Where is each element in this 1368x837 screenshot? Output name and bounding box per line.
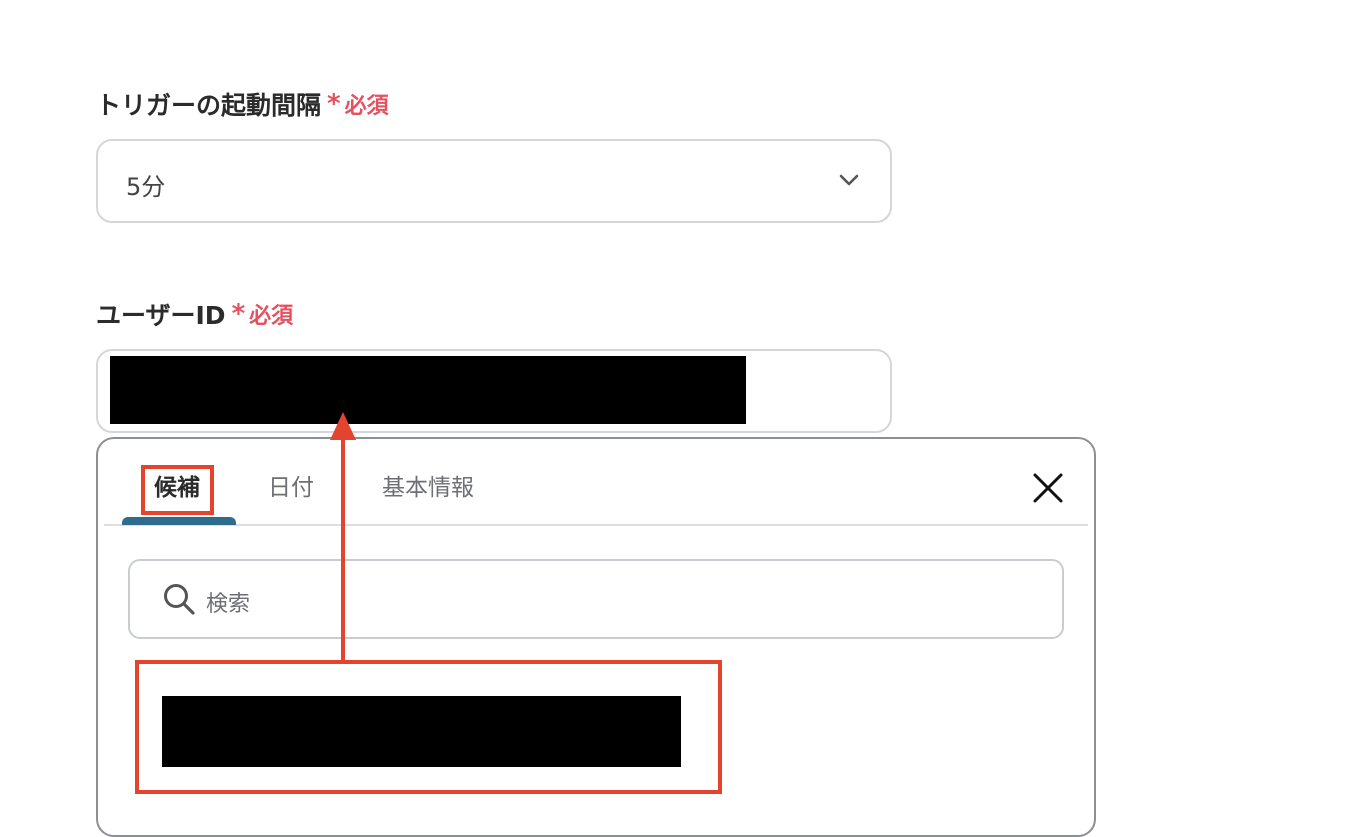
active-tab-indicator — [122, 517, 236, 525]
tab-basic-info[interactable]: 基本情報 — [382, 468, 474, 502]
required-text: 必須 — [344, 94, 389, 119]
chevron-down-icon — [839, 174, 859, 186]
trigger-interval-label-text: トリガーの起動間隔 — [96, 91, 322, 120]
required-text: 必須 — [249, 304, 294, 329]
required-asterisk: * — [231, 299, 246, 329]
redacted-user-id-value — [110, 356, 746, 424]
highlight-box-candidate — [135, 660, 722, 794]
required-asterisk: * — [327, 89, 341, 119]
trigger-interval-value: 5分 — [126, 173, 166, 201]
search-input[interactable] — [128, 559, 1064, 639]
annotation-arrow-icon — [330, 412, 356, 660]
tab-date[interactable]: 日付 — [268, 468, 314, 502]
trigger-interval-label: トリガーの起動間隔 * 必須 — [96, 86, 389, 122]
trigger-interval-select[interactable]: 5分 — [96, 139, 892, 223]
search-placeholder: 検索 — [206, 592, 251, 617]
user-id-label: ユーザーID * 必須 — [96, 296, 293, 332]
highlight-box-tab — [141, 465, 214, 515]
user-id-label-text: ユーザーID — [96, 301, 226, 330]
close-icon[interactable] — [1031, 471, 1065, 505]
tab-divider — [104, 524, 1088, 526]
search-icon — [164, 584, 195, 615]
